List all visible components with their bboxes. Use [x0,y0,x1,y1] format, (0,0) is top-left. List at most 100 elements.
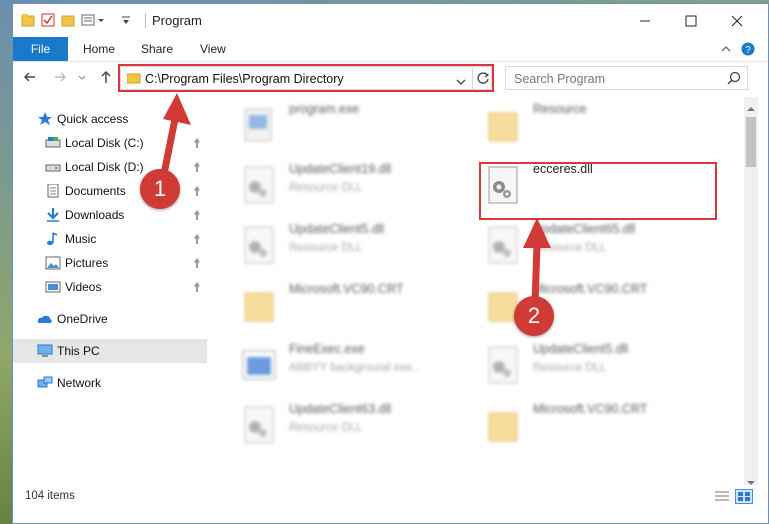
file-name: UpdateClient5.dll [289,222,385,236]
tab-file[interactable]: File [13,37,68,61]
close-button[interactable] [714,4,760,37]
up-arrow-icon[interactable] [99,70,113,88]
customize-toolbar-icon[interactable] [121,12,131,28]
file-type: Resource DLL [289,182,363,194]
sidebar-item-label: Quick access [57,112,129,126]
file-item[interactable]: UpdateClient63.dll Resource DLL [239,397,479,455]
sidebar-item-label: Downloads [65,208,125,222]
file-type: Resource DLL [289,422,363,434]
file-name: program.exe [289,102,360,116]
file-type: ABBYY background exe... [289,362,422,374]
tab-home[interactable]: Home [83,37,115,61]
videos-icon [45,280,61,294]
scroll-up-icon[interactable] [747,101,755,115]
network-icon [37,376,53,390]
computer-icon [37,344,53,358]
file-list: program.exe Resource UpdateClient19.dll … [209,97,743,485]
file-name: UpdateClient19.dll [289,162,392,176]
cloud-icon [37,312,53,326]
maximize-button[interactable] [668,4,714,37]
svg-text:?: ? [745,45,751,56]
details-view-icon[interactable] [714,490,730,505]
window-title: Program [152,13,202,28]
sidebar-item-label: Pictures [65,256,109,270]
tiles-view-icon[interactable] [735,489,753,504]
file-name: Microsoft.VC90.CRT [289,282,404,296]
properties-icon[interactable] [41,12,55,28]
search-placeholder: Search Program [514,72,606,86]
pin-icon[interactable] [192,209,202,221]
drive-icon [45,136,61,150]
exe-icon [239,343,279,387]
file-name: FineExec.exe [289,342,365,356]
folder-icon [483,403,523,447]
file-item[interactable]: Microsoft.VC90.CRT [483,397,723,455]
recent-locations-icon[interactable] [77,70,87,88]
expand-ribbon-icon[interactable] [721,37,731,61]
sidebar-item-label: Documents [65,184,126,198]
sidebar-item-pictures[interactable]: Pictures [13,251,207,275]
callout-2: 2 [514,296,554,336]
explorer-window: Program File Home Share View ? C:\Progra… [12,3,769,524]
callout-1: 1 [140,169,180,209]
dll-gear-icon [239,223,279,267]
tab-share[interactable]: Share [141,37,173,61]
pin-icon[interactable] [192,257,202,269]
sidebar-item-label: Videos [65,280,102,294]
status-bar: 104 items [13,485,768,523]
item-count: 104 items [25,490,75,502]
pictures-icon [45,256,61,270]
file-name: UpdateClient63.dll [289,402,392,416]
dll-gear-icon [483,343,523,387]
tab-view[interactable]: View [200,37,226,61]
folder-icon [239,283,279,327]
documents-icon [45,183,61,198]
sidebar-item-this-pc[interactable]: This PC [13,339,207,363]
music-note-icon [45,232,61,246]
help-icon[interactable]: ? [741,37,755,61]
file-name: UpdateClient5.dll [533,342,629,356]
pin-icon[interactable] [192,281,202,293]
ribbon: File Home Share View ? [13,37,768,62]
scroll-thumb[interactable] [746,117,756,167]
file-item[interactable]: Resource [483,97,723,155]
dll-gear-icon [239,163,279,207]
new-folder-icon[interactable] [61,12,75,28]
search-input[interactable]: Search Program [505,66,748,90]
sidebar-item-label: Music [65,232,97,246]
minimize-button[interactable] [622,4,668,37]
sidebar-item-music[interactable]: Music [13,227,207,251]
file-item[interactable]: program.exe [239,97,479,155]
sidebar-item-onedrive[interactable]: OneDrive [13,307,207,331]
file-type: Resource DLL [289,242,363,254]
star-icon [37,112,53,126]
quick-access-dropdown-icon[interactable] [81,12,107,28]
file-item[interactable]: UpdateClient5.dll Resource DLL [483,337,723,395]
download-arrow-icon [45,208,61,222]
sidebar-item-label: Local Disk (D:) [65,160,144,174]
forward-arrow-icon[interactable] [53,70,67,88]
file-item[interactable]: UpdateClient5.dll Resource DLL [239,217,479,275]
title-separator [145,13,146,28]
file-name: Resource [533,102,587,116]
sidebar-item-network[interactable]: Network [13,371,207,395]
file-item[interactable]: FineExec.exe ABBYY background exe... [239,337,479,395]
file-highlight-box [479,162,717,220]
folder-icon [21,12,35,28]
sidebar-item-videos[interactable]: Videos [13,275,207,299]
search-icon[interactable] [727,71,741,88]
pin-icon[interactable] [192,233,202,245]
file-item[interactable]: UpdateClient19.dll Resource DLL [239,157,479,215]
address-highlight-box [118,64,494,92]
back-arrow-icon[interactable] [23,70,37,88]
vertical-scrollbar[interactable] [744,97,758,485]
sidebar-item-label: OneDrive [57,312,108,326]
file-type: Resource DLL [533,362,607,374]
sidebar-item-label: Network [57,376,102,390]
sidebar-item-downloads[interactable]: Downloads [13,203,207,227]
file-name: Microsoft.VC90.CRT [533,402,648,416]
exe-icon [239,103,279,147]
folder-icon [483,103,523,147]
file-item[interactable]: Microsoft.VC90.CRT [239,277,479,335]
title-bar: Program [13,4,768,37]
